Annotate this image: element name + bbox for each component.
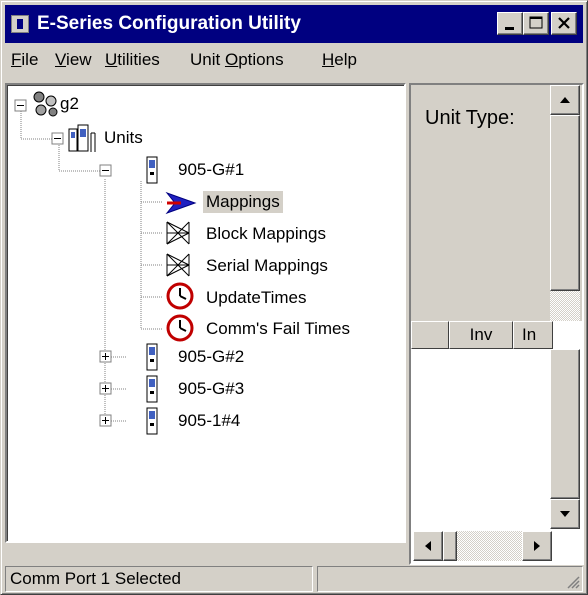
app-window: E-Series Configuration Utility File View… (0, 0, 588, 595)
radio-unit-icon (146, 343, 158, 371)
tree-node-905-g1[interactable]: 905-G#1 (175, 159, 247, 181)
menu-view-mnemonic: V (55, 50, 67, 69)
update-times-clock-icon (166, 282, 194, 310)
close-button[interactable] (551, 12, 577, 35)
list-horizontal-scrollbar[interactable] (413, 531, 552, 561)
tree-node-serial-mappings[interactable]: Serial Mappings (203, 255, 331, 277)
status-secondary (317, 566, 583, 592)
horizontal-scroll-thumb[interactable] (443, 531, 457, 561)
tree-lines (14, 91, 197, 435)
list-scroll-thumb[interactable] (550, 349, 580, 499)
tree-view[interactable]: g2 Units 905-G#1 Mappings Block Mappings… (5, 83, 406, 543)
unit-type-label: Unit Type: (425, 107, 515, 129)
tree-node-block-mappings[interactable]: Block Mappings (203, 223, 329, 245)
window-title: E-Series Configuration Utility (37, 13, 301, 34)
menu-file-mnemonic: F (11, 50, 22, 69)
app-icon[interactable] (11, 15, 29, 33)
scroll-down-button[interactable] (550, 499, 580, 529)
menu-unit-options-mnemonic: O (224, 50, 239, 69)
details-pane: Unit Type: Inv In (409, 83, 584, 565)
close-icon (558, 17, 570, 29)
menu-utilities[interactable]: Utilities (105, 50, 160, 70)
units-icon (68, 124, 96, 152)
column-header-blank[interactable] (411, 321, 449, 349)
menu-help-mnemonic: H (322, 50, 335, 69)
scroll-left-button[interactable] (413, 531, 443, 561)
radio-unit-icon (146, 375, 158, 403)
radio-unit-icon (146, 156, 158, 184)
radio-unit-icon (146, 407, 158, 435)
arrow-icon (165, 191, 197, 215)
status-message: Comm Port 1 Selected (5, 566, 313, 592)
column-header-inv[interactable]: Inv (449, 321, 513, 349)
arrow-right-icon (534, 541, 540, 551)
data-list-panel[interactable]: Inv In (409, 321, 584, 565)
minimize-icon (505, 27, 514, 30)
scroll-thumb[interactable] (550, 115, 580, 291)
serial-mapping-icon (166, 253, 190, 277)
maximize-button[interactable] (523, 12, 549, 35)
menu-view[interactable]: View (55, 50, 92, 70)
unit-info-panel: Unit Type: (409, 83, 584, 321)
network-icon (33, 91, 58, 117)
status-bar: Comm Port 1 Selected (5, 566, 583, 592)
scroll-right-button[interactable] (522, 531, 552, 561)
menu-unit-options[interactable]: Unit Options (190, 50, 284, 70)
maximize-icon (529, 16, 543, 29)
block-mapping-icon (166, 221, 190, 245)
title-bar[interactable]: E-Series Configuration Utility (5, 5, 583, 43)
menu-bar: File View Utilities Unit Options Help (5, 47, 583, 75)
menu-help[interactable]: Help (322, 50, 357, 70)
menu-file[interactable]: File (11, 50, 38, 70)
arrow-up-icon (560, 97, 570, 103)
menu-utilities-mnemonic: U (105, 50, 118, 69)
tree-node-905-g2[interactable]: 905-G#2 (175, 346, 247, 368)
tree-node-g2[interactable]: g2 (57, 93, 82, 115)
unit-info-vertical-scrollbar[interactable] (550, 85, 580, 321)
tree-node-905-g3[interactable]: 905-G#3 (175, 378, 247, 400)
tree-node-mappings[interactable]: Mappings (203, 191, 283, 213)
tree-node-905-1-4[interactable]: 905-1#4 (175, 410, 243, 432)
tree-node-units[interactable]: Units (101, 127, 146, 149)
arrow-down-icon (560, 511, 570, 517)
tree-node-comms-fail-times[interactable]: Comm's Fail Times (203, 318, 353, 340)
minimize-button[interactable] (497, 12, 523, 35)
column-header-in[interactable]: In (513, 321, 553, 349)
resize-grip-icon[interactable] (565, 574, 581, 590)
scroll-up-button[interactable] (550, 85, 580, 115)
arrow-left-icon (425, 541, 431, 551)
tree-node-update-times[interactable]: UpdateTimes (203, 287, 309, 309)
comm-fail-clock-icon (166, 314, 194, 342)
list-vertical-scrollbar[interactable] (550, 349, 580, 529)
